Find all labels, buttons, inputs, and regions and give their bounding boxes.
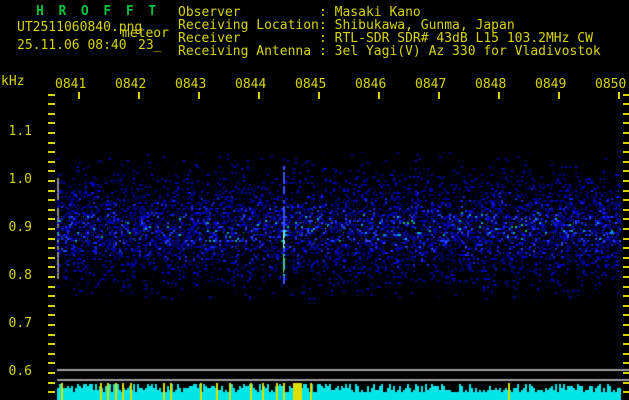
freq-tick-left: [48, 180, 55, 182]
freq-tick-left: [48, 161, 55, 163]
freq-tick-right: [623, 305, 629, 307]
freq-tick-right: [623, 218, 629, 220]
freq-tick-right: [623, 247, 629, 249]
datetime-label: 25.11.06 08:40: [17, 38, 127, 53]
freq-tick-right: [623, 286, 629, 288]
seconds-counter: 23_: [138, 38, 162, 53]
time-tick-label: 0847: [415, 77, 447, 92]
freq-tick-left: [48, 286, 55, 288]
freq-tick-right: [623, 228, 629, 230]
app-title: H R O F F T: [36, 4, 160, 19]
time-tick-label: 0850: [595, 77, 627, 92]
time-tick-label: 0844: [235, 77, 267, 92]
freq-tick-right: [623, 94, 629, 96]
info-label: Receiving Antenna: [178, 44, 312, 59]
freq-tick-label: 0.8: [8, 268, 32, 283]
freq-tick-left: [48, 218, 55, 220]
freq-tick-left: [48, 305, 55, 307]
freq-tick-left: [48, 122, 55, 124]
info-value: : 3el Yagi(V) Az 330 for Vladivostok: [319, 44, 601, 59]
freq-tick-right: [623, 161, 629, 163]
freq-tick-left: [48, 190, 55, 192]
freq-tick-left: [48, 94, 55, 96]
khz-unit-label: kHz: [1, 74, 25, 89]
freq-tick-left: [48, 247, 55, 249]
freq-tick-right: [623, 180, 629, 182]
time-tick: [318, 92, 320, 99]
freq-tick-left: [48, 343, 55, 345]
freq-tick-label: 0.9: [8, 220, 32, 235]
freq-tick-left: [48, 170, 55, 172]
freq-tick-right: [623, 190, 629, 192]
freq-tick-left: [48, 209, 55, 211]
freq-tick-left: [48, 276, 55, 278]
freq-tick-left: [48, 103, 55, 105]
freq-tick-left: [48, 199, 55, 201]
freq-tick-left: [48, 257, 55, 259]
freq-tick-left: [48, 334, 55, 336]
info-row: Receiving Antenna : 3el Yagi(V) Az 330 fo…: [178, 44, 601, 59]
freq-tick-right: [623, 170, 629, 172]
freq-tick-label: 1.1: [8, 124, 32, 139]
freq-tick-left: [48, 151, 55, 153]
freq-tick-left: [48, 362, 55, 364]
time-tick: [438, 92, 440, 99]
freq-tick-right: [623, 151, 629, 153]
freq-tick-right: [623, 257, 629, 259]
freq-tick-right: [623, 314, 629, 316]
freq-tick-left: [48, 295, 55, 297]
freq-tick-right: [623, 324, 629, 326]
freq-tick-right: [623, 295, 629, 297]
freq-tick-right: [623, 382, 629, 384]
freq-tick-left: [48, 238, 55, 240]
time-tick-label: 0843: [175, 77, 207, 92]
freq-tick-left: [48, 142, 55, 144]
time-tick-label: 0842: [115, 77, 147, 92]
freq-tick-right: [623, 362, 629, 364]
freq-tick-right: [623, 122, 629, 124]
freq-tick-right: [623, 353, 629, 355]
freq-tick-right: [623, 276, 629, 278]
time-tick: [378, 92, 380, 99]
freq-tick-right: [623, 113, 629, 115]
freq-tick-right: [623, 238, 629, 240]
freq-tick-right: [623, 209, 629, 211]
freq-tick-right: [623, 199, 629, 201]
freq-tick-right: [623, 142, 629, 144]
hrofft-window: H R O F F T UT2511060840.png meteor 25.1…: [0, 0, 629, 400]
time-tick-label: 0845: [295, 77, 327, 92]
time-tick: [618, 92, 620, 99]
freq-tick-left: [48, 132, 55, 134]
time-tick: [258, 92, 260, 99]
spectrogram-canvas: [0, 0, 629, 400]
freq-tick-left: [48, 266, 55, 268]
time-tick: [198, 92, 200, 99]
freq-tick-left: [48, 372, 55, 374]
time-tick-label: 0846: [355, 77, 387, 92]
time-tick: [558, 92, 560, 99]
freq-tick-right: [623, 343, 629, 345]
freq-tick-left: [48, 324, 55, 326]
time-tick: [138, 92, 140, 99]
freq-tick-right: [623, 132, 629, 134]
freq-tick-left: [48, 228, 55, 230]
freq-tick-left: [48, 391, 55, 393]
freq-tick-right: [623, 266, 629, 268]
time-tick-label: 0849: [535, 77, 567, 92]
freq-tick-left: [48, 353, 55, 355]
freq-tick-right: [623, 103, 629, 105]
freq-tick-left: [48, 382, 55, 384]
time-tick: [498, 92, 500, 99]
freq-tick-label: 0.7: [8, 316, 32, 331]
freq-tick-label: 0.6: [8, 364, 32, 379]
time-tick-label: 0841: [55, 77, 87, 92]
freq-tick-left: [48, 113, 55, 115]
freq-tick-label: 1.0: [8, 172, 32, 187]
freq-tick-right: [623, 372, 629, 374]
freq-tick-right: [623, 334, 629, 336]
time-tick: [78, 92, 80, 99]
freq-tick-left: [48, 314, 55, 316]
time-tick-label: 0848: [475, 77, 507, 92]
freq-tick-right: [623, 391, 629, 393]
